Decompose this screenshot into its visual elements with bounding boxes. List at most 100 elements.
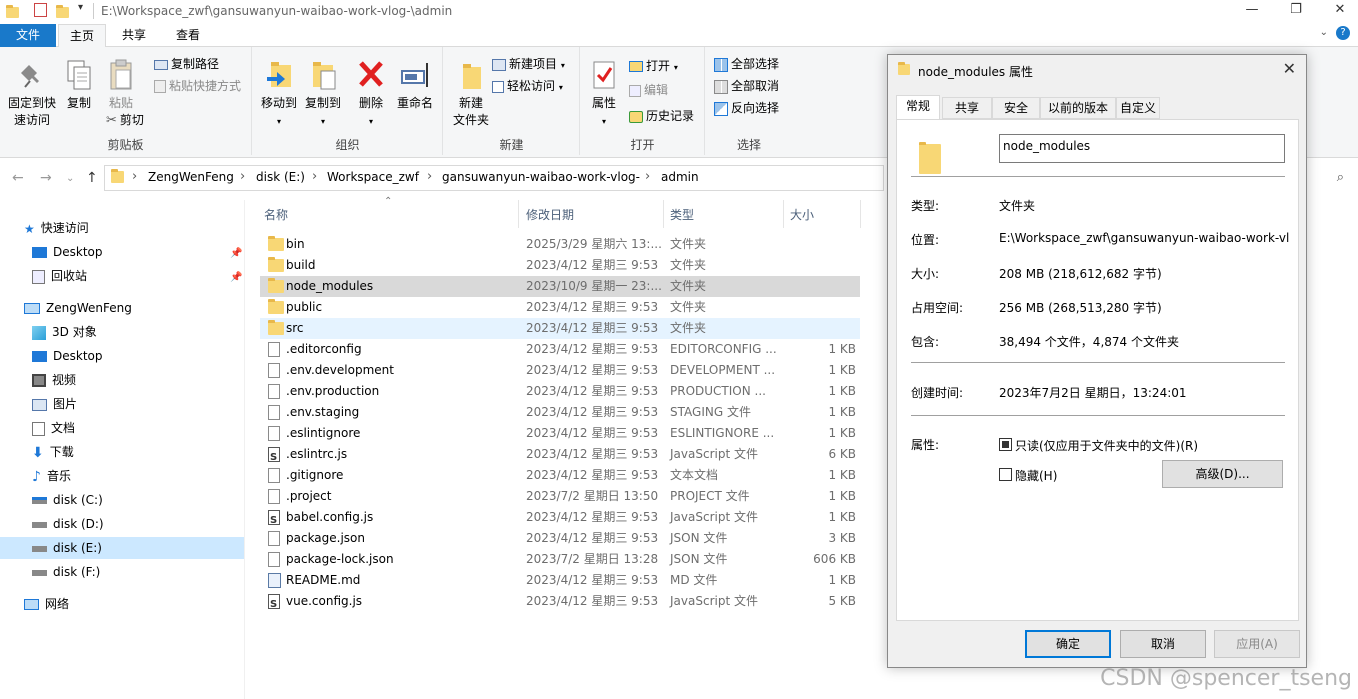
breadcrumb-item[interactable]: disk (E:): [256, 170, 305, 184]
dialog-tab-previous-versions[interactable]: 以前的版本: [1040, 97, 1116, 119]
tab-view[interactable]: 查看: [164, 24, 212, 47]
table-row[interactable]: bin 2025/3/29 星期六 13:... 文件夹: [260, 234, 860, 255]
dialog-tab-customize[interactable]: 自定义: [1116, 97, 1160, 119]
close-window-button[interactable]: ✕: [1328, 2, 1352, 20]
drive-c-icon: [32, 497, 47, 504]
nav-disk-c[interactable]: disk (C:): [32, 489, 103, 511]
tab-file[interactable]: 文件: [0, 24, 56, 47]
copy-path-button[interactable]: 复制路径: [154, 55, 219, 73]
table-row[interactable]: vue.config.js 2023/4/12 星期三 9:53 JavaScrip…: [260, 591, 860, 615]
nav-disk-d[interactable]: disk (D:): [32, 513, 104, 535]
paste-button[interactable]: 粘贴: [104, 59, 138, 112]
advanced-button[interactable]: 高级(D)...: [1162, 460, 1283, 488]
nav-videos[interactable]: 视频: [32, 369, 76, 391]
nav-network[interactable]: 网络: [24, 593, 69, 615]
nav-3d-objects[interactable]: 3D 对象: [32, 321, 97, 343]
apply-button[interactable]: 应用(A): [1214, 630, 1300, 658]
table-row[interactable]: .env.development 2023/4/12 星期三 9:53 DEVELO…: [260, 360, 860, 381]
ok-button[interactable]: 确定: [1025, 630, 1111, 658]
pin-quick-access-button[interactable]: 固定到快 速访问: [4, 63, 60, 129]
table-row[interactable]: package-lock.json 2023/7/2 星期日 13:28 JSON …: [260, 549, 860, 570]
minimize-button[interactable]: —: [1240, 2, 1264, 20]
open-button[interactable]: 打开 ▾: [629, 57, 678, 75]
nav-quick-access[interactable]: ★ 快速访问: [24, 217, 89, 239]
select-all-button[interactable]: 全部选择: [714, 55, 779, 73]
pin-icon[interactable]: 📌: [230, 272, 242, 283]
edit-button[interactable]: 编辑: [629, 81, 668, 99]
maximize-button[interactable]: ❐: [1284, 2, 1308, 20]
nav-this-pc[interactable]: ZengWenFeng: [24, 297, 132, 319]
move-to-button[interactable]: 移动到 ▾: [259, 59, 299, 130]
dialog-tab-security[interactable]: 安全: [992, 97, 1040, 119]
table-row[interactable]: README.md 2023/4/12 星期三 9:53 MD 文件 1 KB: [260, 570, 860, 591]
table-row[interactable]: node_modules 2023/10/9 星期一 23:... 文件夹: [260, 276, 860, 297]
dialog-close-button[interactable]: ✕: [1283, 59, 1296, 78]
paste-label: 粘贴: [108, 96, 133, 110]
file-size: 1 KB: [828, 405, 856, 419]
nav-downloads[interactable]: ⬇ 下载: [32, 441, 74, 463]
recent-locations-icon[interactable]: ⌄: [66, 173, 74, 184]
invert-selection-button[interactable]: 反向选择: [714, 99, 779, 117]
up-icon[interactable]: ↑: [86, 170, 98, 186]
nav-disk-e[interactable]: disk (E:): [0, 537, 244, 559]
nav-desktop[interactable]: Desktop: [32, 345, 103, 367]
dialog-tab-sharing[interactable]: 共享: [942, 97, 992, 119]
table-row[interactable]: .project 2023/7/2 星期日 13:50 PROJECT 文件 1 KB: [260, 486, 860, 507]
group-label-organize: 组织: [335, 138, 360, 152]
delete-button[interactable]: 删除 ▾: [353, 59, 389, 130]
back-icon[interactable]: ←: [12, 170, 24, 186]
expand-ribbon-icon[interactable]: ⌄: [1320, 27, 1328, 38]
breadcrumb-item[interactable]: ZengWenFeng: [148, 170, 234, 184]
copy-to-button[interactable]: 复制到 ▾: [303, 59, 343, 130]
new-folder-quick-icon[interactable]: [56, 4, 69, 20]
paste-shortcut-button[interactable]: 粘贴快捷方式: [154, 77, 241, 95]
table-row[interactable]: .eslintignore 2023/4/12 星期三 9:53 ESLINTIGN…: [260, 423, 860, 444]
properties-quick-icon[interactable]: [34, 3, 47, 17]
table-row[interactable]: babel.config.js 2023/4/12 星期三 9:53 JavaScr…: [260, 507, 860, 531]
properties-button[interactable]: 属性 ▾: [587, 59, 621, 130]
table-row[interactable]: .eslintrc.js 2023/4/12 星期三 9:53 JavaScript…: [260, 444, 860, 468]
new-folder-button[interactable]: 新建 文件夹: [448, 59, 494, 129]
search-icon[interactable]: ⌕: [1337, 170, 1344, 185]
nav-label: disk (D:): [53, 517, 104, 531]
new-item-button[interactable]: 新建项目 ▾: [492, 55, 565, 73]
tab-share[interactable]: 共享: [110, 24, 158, 47]
nav-documents[interactable]: 文档: [32, 417, 75, 439]
table-row[interactable]: public 2023/4/12 星期三 9:53 文件夹: [260, 297, 860, 318]
copy-button[interactable]: 复制: [64, 59, 94, 112]
rename-button[interactable]: 重命名: [393, 59, 437, 112]
select-none-button[interactable]: 全部取消: [714, 77, 779, 95]
dialog-tab-general[interactable]: 常规: [896, 95, 940, 120]
easy-access-button[interactable]: 轻松访问 ▾: [492, 77, 563, 95]
breadcrumb-item[interactable]: Workspace_zwf: [327, 170, 419, 184]
nav-disk-f[interactable]: disk (F:): [32, 561, 100, 583]
column-header-date[interactable]: 修改日期: [526, 206, 574, 223]
forward-icon[interactable]: →: [40, 170, 52, 186]
table-row[interactable]: .env.production 2023/4/12 星期三 9:53 PRODUCT…: [260, 381, 860, 402]
customize-quick-access-icon[interactable]: ▾: [78, 2, 83, 18]
help-icon[interactable]: ?: [1336, 26, 1350, 40]
nav-music[interactable]: ♪ 音乐: [32, 465, 71, 487]
breadcrumb-item[interactable]: admin: [661, 170, 699, 184]
table-row[interactable]: .gitignore 2023/4/12 星期三 9:53 文本文档 1 KB: [260, 465, 860, 486]
hidden-checkbox[interactable]: [999, 468, 1012, 481]
table-row[interactable]: src 2023/4/12 星期三 9:53 文件夹: [260, 318, 860, 339]
nav-recycle-bin[interactable]: 回收站: [32, 265, 87, 287]
nav-desktop-pinned[interactable]: Desktop: [32, 241, 103, 263]
readonly-checkbox[interactable]: [999, 438, 1012, 451]
pin-icon[interactable]: 📌: [230, 248, 242, 259]
table-row[interactable]: .env.staging 2023/4/12 星期三 9:53 STAGING 文件…: [260, 402, 860, 423]
history-button[interactable]: 历史记录: [629, 107, 694, 125]
breadcrumb-item[interactable]: gansuwanyun-waibao-work-vlog-: [442, 170, 640, 184]
column-header-type[interactable]: 类型: [670, 206, 694, 223]
table-row[interactable]: build 2023/4/12 星期三 9:53 文件夹: [260, 255, 860, 276]
cancel-button[interactable]: 取消: [1120, 630, 1206, 658]
column-header-size[interactable]: 大小: [790, 206, 814, 223]
table-row[interactable]: .editorconfig 2023/4/12 星期三 9:53 EDITORCON…: [260, 339, 860, 360]
column-header-name[interactable]: 名称: [264, 206, 288, 223]
nav-pictures[interactable]: 图片: [32, 393, 77, 415]
table-row[interactable]: package.json 2023/4/12 星期三 9:53 JSON 文件 3 K…: [260, 528, 860, 549]
cut-button[interactable]: ✂ 剪切: [106, 111, 144, 129]
tab-home[interactable]: 主页: [58, 24, 106, 48]
folder-name-input[interactable]: node_modules: [999, 134, 1285, 163]
